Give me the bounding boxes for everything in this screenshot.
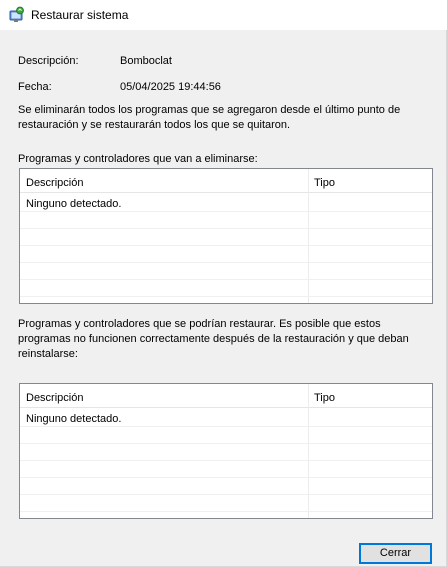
list-item-description: Ninguno detectado. bbox=[26, 413, 122, 425]
description-value: Bomboclat bbox=[120, 55, 172, 67]
close-button[interactable]: Cerrar bbox=[359, 543, 432, 564]
list-header: Descripción Tipo bbox=[20, 384, 432, 408]
header-divider bbox=[20, 192, 432, 193]
date-value: 05/04/2025 19:44:56 bbox=[120, 81, 221, 93]
removed-programs-list[interactable]: Descripción Tipo Ninguno detectado. bbox=[19, 168, 433, 304]
column-header-type[interactable]: Tipo bbox=[314, 392, 335, 404]
column-header-type[interactable]: Tipo bbox=[314, 177, 335, 189]
list-item-description: Ninguno detectado. bbox=[26, 198, 122, 210]
empty-row bbox=[20, 229, 432, 246]
empty-row bbox=[20, 280, 432, 297]
system-restore-icon bbox=[9, 6, 24, 22]
window-title: Restaurar sistema bbox=[31, 8, 129, 22]
empty-row bbox=[20, 478, 432, 495]
empty-row bbox=[20, 461, 432, 478]
removed-programs-label: Programas y controladores que van a elim… bbox=[18, 153, 258, 165]
empty-row bbox=[20, 263, 432, 280]
list-header: Descripción Tipo bbox=[20, 169, 432, 193]
list-item[interactable]: Ninguno detectado. bbox=[20, 410, 432, 427]
restored-programs-list[interactable]: Descripción Tipo Ninguno detectado. bbox=[19, 383, 433, 519]
empty-row bbox=[20, 246, 432, 263]
empty-row bbox=[20, 212, 432, 229]
column-header-description[interactable]: Descripción bbox=[26, 392, 83, 404]
empty-row bbox=[20, 427, 432, 444]
restored-programs-label: Programas y controladores que se podrían… bbox=[18, 318, 409, 360]
empty-row bbox=[20, 495, 432, 512]
list-item[interactable]: Ninguno detectado. bbox=[20, 195, 432, 212]
title-bar[interactable]: Restaurar sistema bbox=[0, 0, 447, 30]
date-label: Fecha: bbox=[18, 81, 52, 93]
description-label: Descripción: bbox=[18, 55, 79, 67]
header-divider bbox=[20, 407, 432, 408]
empty-row bbox=[20, 444, 432, 461]
column-header-description[interactable]: Descripción bbox=[26, 177, 83, 189]
restore-message: Se eliminarán todos los programas que se… bbox=[18, 104, 401, 131]
system-restore-dialog: Restaurar sistema Descripción: Bomboclat… bbox=[0, 0, 447, 567]
